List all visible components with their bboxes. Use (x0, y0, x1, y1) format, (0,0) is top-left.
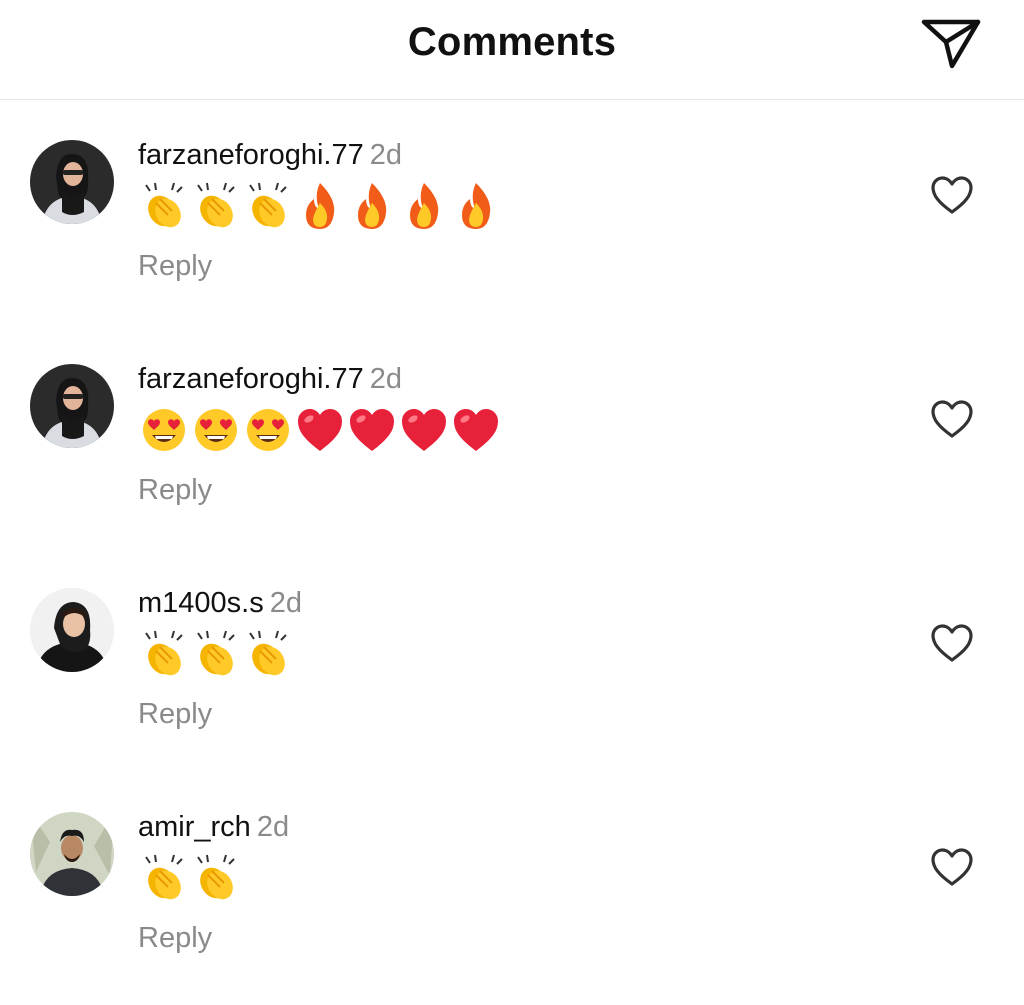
red-heart-emoji (454, 409, 498, 451)
reply-button[interactable]: Reply (138, 922, 212, 955)
avatar[interactable] (30, 812, 114, 896)
like-button[interactable] (926, 843, 978, 891)
comment-text (138, 629, 294, 679)
heart-eyes-emoji (143, 409, 185, 451)
heart-outline-icon (931, 624, 973, 662)
avatar[interactable] (30, 364, 114, 448)
red-heart-emoji (298, 409, 342, 451)
comment-time: 2d (369, 363, 402, 395)
comment-header: amir_rch 2d (138, 810, 289, 844)
clapping-hands-emoji (197, 854, 235, 900)
heart-eyes-emoji (247, 409, 289, 451)
comment-text (138, 853, 242, 903)
red-heart-emoji (350, 409, 394, 451)
comment-time: 2d (269, 587, 302, 619)
red-heart-emoji (402, 409, 446, 451)
comment-time: 2d (256, 811, 290, 843)
username-link[interactable]: farzaneforoghi.77 (138, 363, 364, 395)
comment-text (138, 405, 502, 455)
reply-button[interactable]: Reply (138, 250, 212, 283)
username-link[interactable]: m1400s.s (138, 587, 264, 619)
clapping-hands-emoji (145, 630, 183, 676)
comment-header: farzaneforoghi.77 2d (138, 362, 402, 396)
reply-button[interactable]: Reply (138, 698, 212, 731)
heart-eyes-emoji (195, 409, 237, 451)
clapping-hands-emoji (197, 630, 235, 676)
comment-header: m1400s.s 2d (138, 586, 302, 620)
like-button[interactable] (926, 619, 978, 667)
heart-outline-icon (931, 848, 973, 886)
reply-button[interactable]: Reply (138, 474, 212, 507)
avatar[interactable] (30, 588, 114, 672)
username-link[interactable]: amir_rch (138, 811, 251, 843)
comment-item: amir_rch 2d Reply (0, 0, 1024, 954)
heart-outline-icon (931, 400, 973, 438)
like-button[interactable] (926, 395, 978, 443)
clapping-hands-emoji (249, 630, 287, 676)
clapping-hands-emoji (145, 854, 183, 900)
